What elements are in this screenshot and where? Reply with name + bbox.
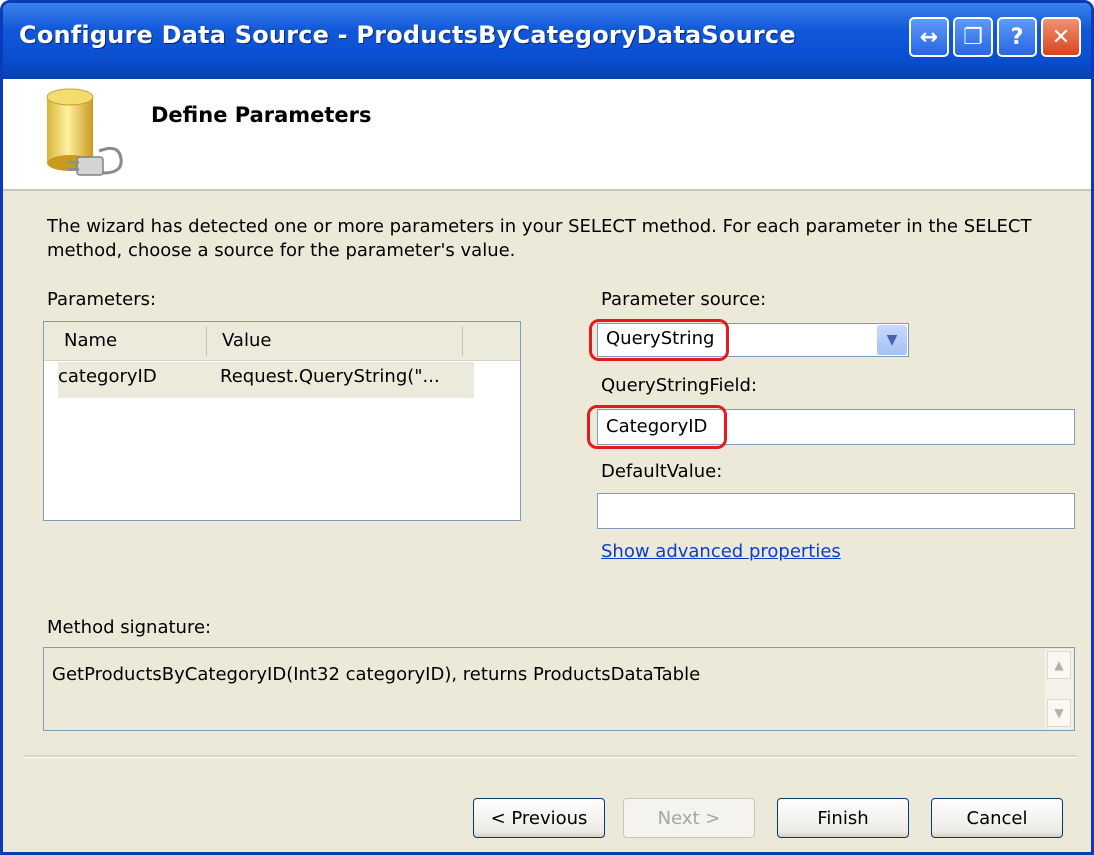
highlight-ring (589, 319, 729, 361)
parameters-list-header: Name Value (44, 322, 520, 361)
column-header-value[interactable]: Value (222, 330, 271, 351)
method-signature-label: Method signature: (47, 617, 212, 638)
column-divider[interactable] (462, 326, 463, 356)
highlight-ring (587, 405, 727, 449)
scroll-up-icon[interactable]: ▲ (1047, 651, 1071, 679)
window-title: Configure Data Source - ProductsByCatego… (19, 21, 796, 49)
default-value-label: DefaultValue: (601, 461, 723, 482)
scroll-down-icon[interactable]: ▼ (1047, 699, 1071, 727)
close-icon[interactable]: ✕ (1041, 17, 1081, 57)
method-signature-scrollbar[interactable]: ▲ ▼ (1045, 649, 1073, 729)
method-signature-text: GetProductsByCategoryID(Int32 categoryID… (52, 664, 701, 685)
default-value-input[interactable] (597, 493, 1075, 529)
help-icon[interactable]: ? (997, 17, 1037, 57)
previous-button[interactable]: < Previous (473, 798, 605, 838)
column-header-name[interactable]: Name (64, 330, 117, 351)
finish-button[interactable]: Finish (777, 798, 909, 838)
footer-divider (23, 755, 1077, 758)
cancel-button[interactable]: Cancel (931, 798, 1063, 838)
querystring-field-label: QueryStringField: (601, 375, 758, 396)
maximize-icon[interactable]: ❐ (953, 17, 993, 57)
parameter-value: Request.QueryString("... (220, 366, 440, 387)
method-signature-box[interactable]: GetProductsByCategoryID(Int32 categoryID… (43, 647, 1075, 731)
wizard-header: Define Parameters (3, 79, 1091, 191)
next-button[interactable]: Next > (623, 798, 755, 838)
chevron-down-icon[interactable]: ▼ (877, 325, 907, 355)
parameter-source-label: Parameter source: (601, 289, 767, 310)
title-bar[interactable]: Configure Data Source - ProductsByCatego… (3, 3, 1091, 79)
parameters-list[interactable]: Name Value categoryID Request.QueryStrin… (43, 321, 521, 521)
restore-icon[interactable]: ↔ (909, 17, 949, 57)
column-divider[interactable] (206, 326, 207, 356)
intro-text: The wizard has detected one or more para… (47, 216, 1032, 261)
dialog-window: Configure Data Source - ProductsByCatego… (0, 0, 1094, 855)
parameters-label: Parameters: (47, 289, 157, 310)
list-item[interactable]: categoryID Request.QueryString("... (58, 362, 474, 398)
parameter-name: categoryID (58, 366, 157, 387)
database-plug-icon (46, 88, 123, 176)
show-advanced-properties-link[interactable]: Show advanced properties (601, 541, 841, 562)
header-title: Define Parameters (151, 103, 372, 127)
